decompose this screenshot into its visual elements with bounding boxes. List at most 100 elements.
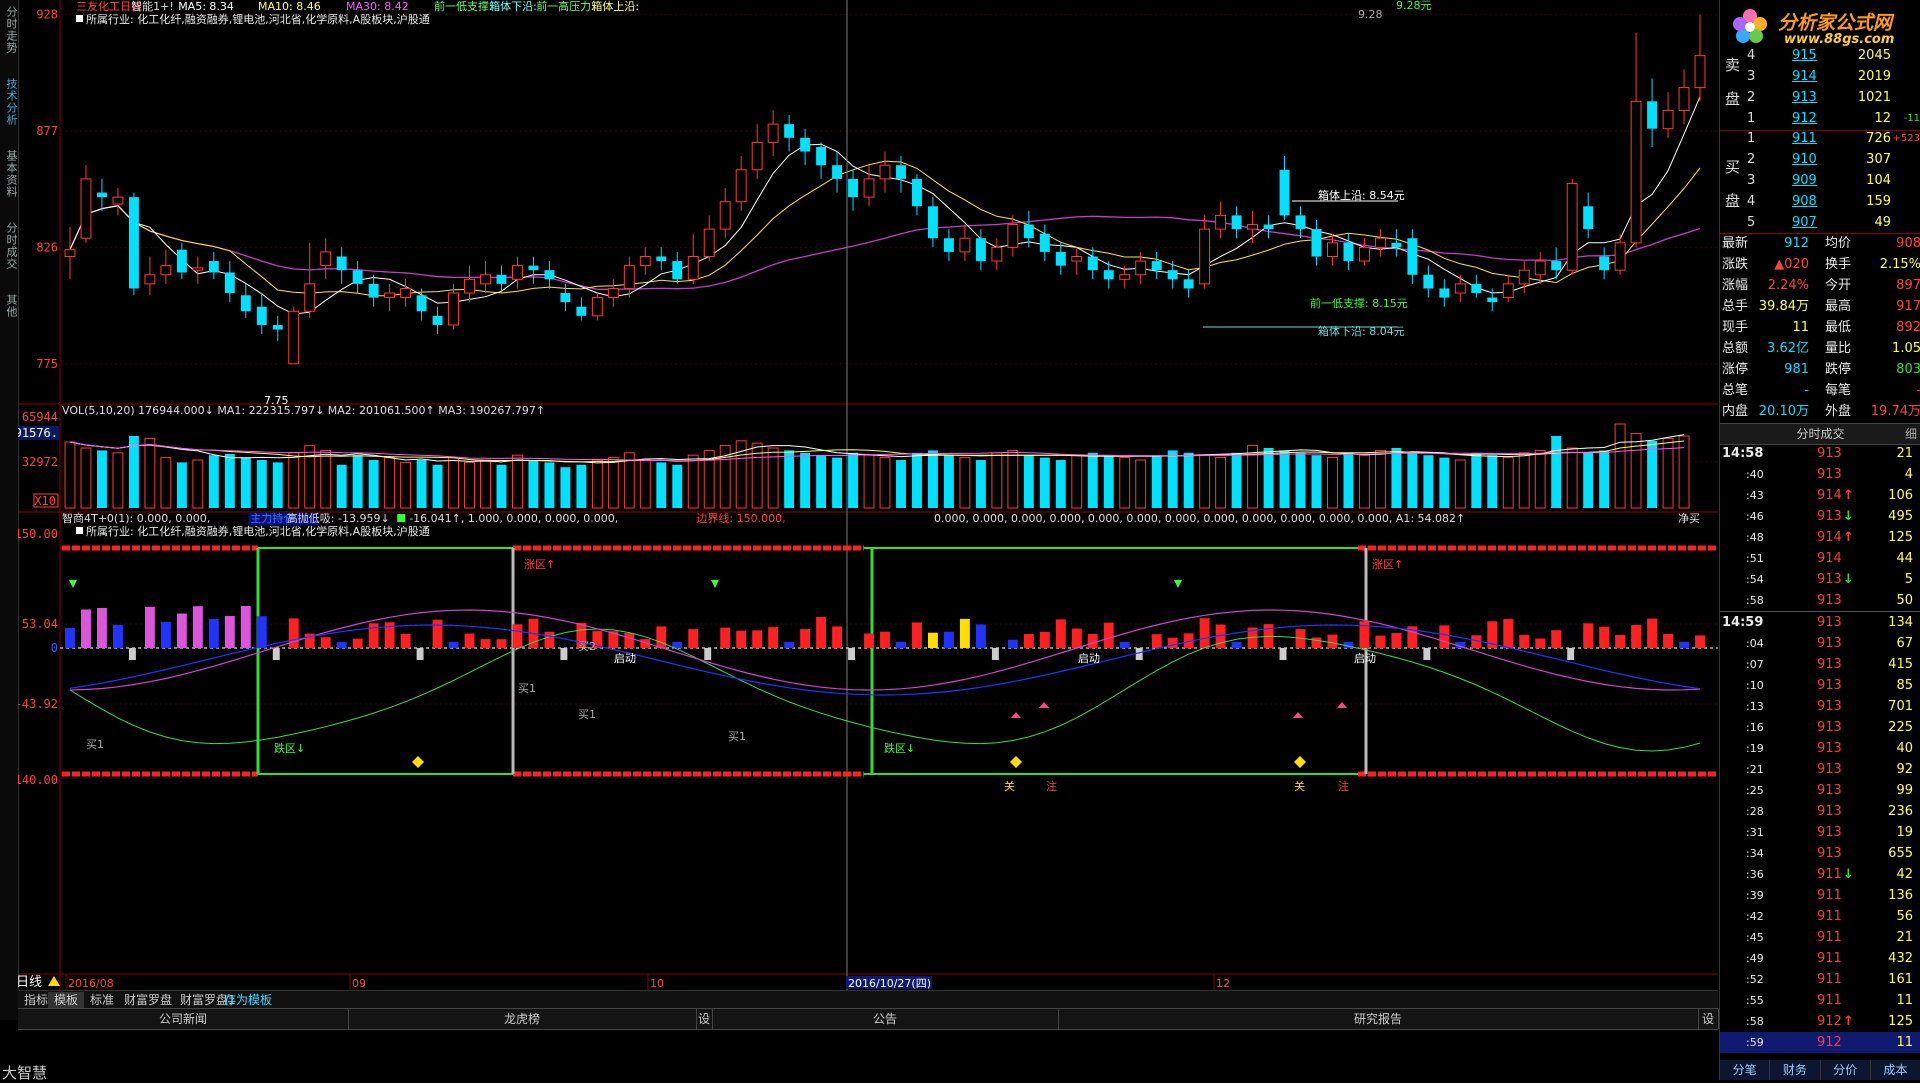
orderbook-sell-row-1: 3 914 2019 — [1720, 67, 1920, 87]
tick-price: 913 — [1817, 467, 1842, 482]
tab-2[interactable]: 标准 — [84, 992, 120, 1008]
candle-body-52 — [896, 165, 906, 179]
candle-body-38 — [672, 261, 683, 280]
orderbook-sell-row-0: 4 915 2045 — [1720, 46, 1920, 66]
tick-time: :31 — [1746, 826, 1764, 839]
quote-label: 总手 — [1722, 299, 1749, 314]
orderbook-price: 913 — [1792, 90, 1817, 105]
header-s1: 前一低支撑: — [434, 0, 493, 13]
ticks-detail-tab[interactable]: 细 — [1905, 424, 1917, 444]
orderbook-vol: 49 — [1874, 215, 1891, 230]
ind-up-arrow-icon-1 — [1039, 702, 1049, 708]
vol-bar-99 — [1647, 440, 1658, 508]
news-tab-3[interactable]: 公告 — [712, 1009, 1059, 1029]
vol-bar-101 — [1678, 435, 1690, 509]
vol-bar-39 — [687, 454, 699, 509]
vol-bar-20 — [384, 457, 396, 509]
news-tab-0[interactable]: 公司新闻 — [18, 1009, 349, 1029]
quote-row-5: 总额 3.62亿 量比 1.05 — [1720, 339, 1920, 359]
left-tab-3[interactable]: 分时成交 — [1, 222, 18, 270]
tick-time: :48 — [1746, 531, 1764, 544]
candle-body-28 — [511, 265, 523, 280]
right-tab-1[interactable]: 财务 — [1770, 1060, 1821, 1080]
ind-bar-100 — [1663, 633, 1674, 648]
ind-start-1: 启动 — [614, 652, 636, 665]
vol-bar-88 — [1471, 452, 1482, 508]
ind-h5: 边界线: 150.000, — [696, 511, 785, 525]
candle-body-97 — [1614, 242, 1626, 271]
orderbook-vol: 2045 — [1857, 48, 1891, 63]
quote-value: - — [1916, 381, 1920, 401]
vol-bar-61 — [1039, 457, 1050, 508]
candle-body-66 — [1119, 274, 1131, 280]
ind-down-arrow-icon-2 — [1174, 580, 1182, 588]
vol-bar-34 — [607, 457, 619, 509]
quote-value: 917 — [1896, 299, 1920, 314]
site-logo: 分析家公式网 www.88gs.com — [1720, 0, 1920, 52]
news-tab-1[interactable]: 龙虎榜 — [348, 1009, 697, 1029]
header-ma10: MA10: 8.46 — [258, 0, 321, 13]
vol-bar-78 — [1311, 455, 1322, 508]
tick-volume: 67 — [1896, 636, 1913, 651]
tick-volume: 415 — [1888, 657, 1913, 672]
vol-bar-28 — [511, 454, 523, 509]
ind-neg-bar-85 — [1423, 648, 1431, 660]
left-tab-4[interactable]: 其他 — [1, 294, 18, 318]
vol-bar-0 — [64, 441, 76, 509]
ind-zone-down-2: 跌区↓ — [884, 741, 915, 755]
right-tab-2[interactable]: 分价 — [1821, 1060, 1871, 1080]
ind-bar-8 — [192, 606, 203, 648]
tick-volume: 136 — [1888, 888, 1913, 903]
right-tab-0[interactable]: 分笔 — [1720, 1060, 1771, 1080]
tick-price: 913 — [1817, 509, 1842, 524]
tick-volume: 701 — [1888, 699, 1913, 714]
tick-price: 913 — [1817, 846, 1842, 861]
candle-body-91 — [1518, 269, 1530, 285]
news-tab-4[interactable]: 研究报告 — [1058, 1009, 1699, 1029]
tab-3[interactable]: 财富罗盘 — [118, 992, 178, 1008]
orderbook-buy-row-0: 1 911 726 +523 — [1720, 129, 1920, 149]
tick-volume: 655 — [1888, 846, 1913, 861]
vol-bar-64 — [1087, 452, 1098, 508]
tick-price: 914 — [1817, 551, 1842, 566]
left-tab-2[interactable]: 基本资料 — [1, 150, 18, 198]
candle-body-88 — [1471, 283, 1482, 294]
tab-1[interactable]: 模板 — [48, 992, 85, 1008]
news-tab-5[interactable]: 设 — [1698, 1009, 1719, 1029]
orderbook-chg: -11 — [1903, 113, 1920, 124]
ind-bar-96 — [1599, 626, 1610, 648]
ind-bar-26 — [480, 639, 491, 648]
news-tab-2[interactable]: 设 — [696, 1009, 713, 1029]
left-tab-0[interactable]: 分时走势 — [1, 6, 18, 54]
period-label: 日线 — [18, 975, 42, 990]
left-tab-1[interactable]: 技术分析 — [1, 78, 18, 126]
vol-bar-45 — [784, 450, 795, 508]
tick-time: :58 — [1746, 1015, 1764, 1028]
right-tab-3[interactable]: 成本 — [1871, 1060, 1920, 1080]
candle-body-68 — [1151, 261, 1162, 271]
candle-body-0 — [64, 249, 76, 257]
orderbook-vol: 159 — [1866, 194, 1891, 209]
price-axis-label-1: 877 — [36, 124, 58, 138]
tick-price: 913 — [1817, 825, 1842, 840]
vol-bar-22 — [416, 460, 427, 508]
tick-row-1: :40 913 4 — [1720, 464, 1920, 485]
tick-price: 913 — [1817, 615, 1842, 630]
vol-bar-46 — [800, 452, 811, 508]
orderbook-level: 2 — [1747, 152, 1756, 167]
candle-body-16 — [320, 251, 332, 267]
ind-bar-11 — [240, 606, 251, 648]
quote-row-0: 最新 912 均价 908 — [1720, 234, 1920, 254]
candle-body-17 — [336, 256, 347, 271]
ticks-title[interactable]: 分时成交 细 — [1720, 423, 1920, 445]
tick-row-10: :07 913 415 — [1720, 654, 1920, 675]
chart-area[interactable]: 928877826775三友化工日线智能1+! MA5: 8.34 MA10: 8.… — [18, 0, 1718, 990]
tick-row-2: :43 914 ↑ 106 — [1720, 485, 1920, 506]
date-label-3: 2016/10/27(四) — [848, 977, 931, 990]
header-s3: 前一高压力: — [536, 0, 595, 13]
vol-bar-75 — [1263, 448, 1274, 508]
candle-body-65 — [1103, 270, 1114, 280]
tab-5[interactable]: 存为模板 — [218, 992, 278, 1008]
candle-body-90 — [1502, 283, 1514, 299]
orderbook-chg: +523 — [1892, 133, 1920, 144]
